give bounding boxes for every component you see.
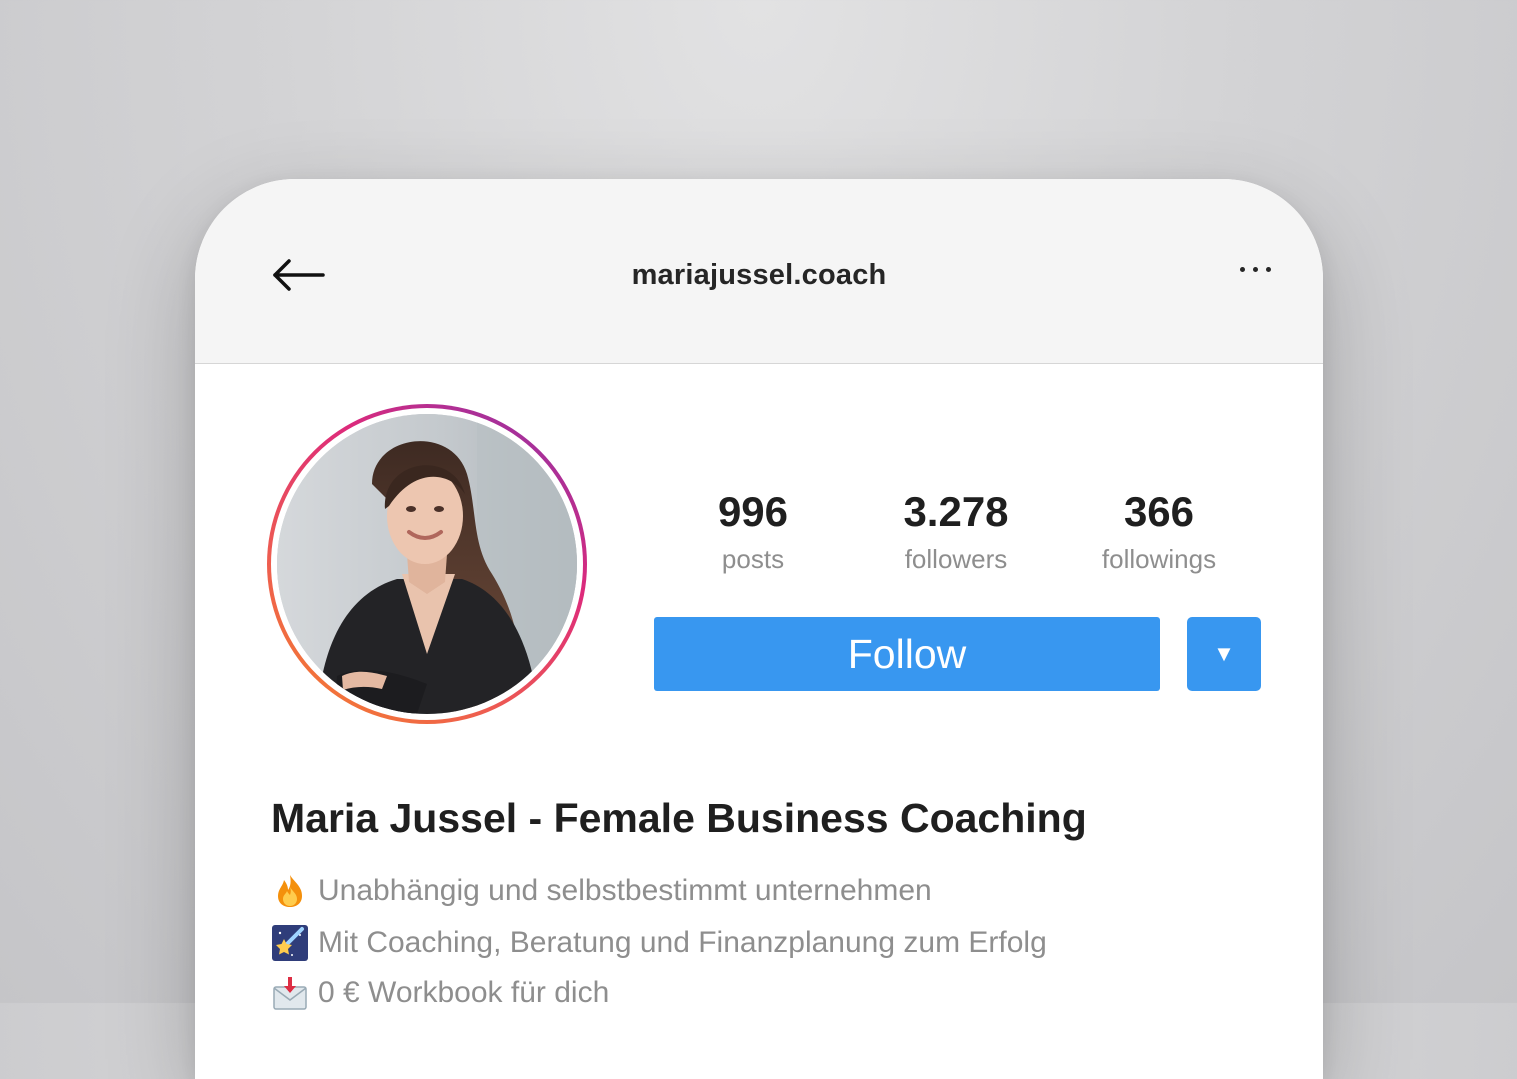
incoming-envelope-emoji-icon [272, 975, 308, 1011]
bio-text: 0 € Workbook für dich [318, 976, 610, 1009]
stat-followers-label: followers [904, 544, 1008, 574]
bio-text: Mit Coaching, Beratung und Finanzplanung… [318, 926, 1047, 959]
more-options-button[interactable] [1225, 247, 1285, 291]
bio-text: Unabhängig und selbstbestimmt unternehme… [318, 874, 932, 907]
suggestions-dropdown-button[interactable]: ▼ [1187, 617, 1261, 691]
stat-followers-count: 3.278 [903, 488, 1009, 535]
avatar[interactable] [277, 414, 577, 714]
profile-photo [277, 414, 577, 714]
stat-followings-count: 366 [1123, 488, 1195, 535]
bio-line: Mit Coaching, Beratung und Finanzplanung… [272, 925, 1047, 961]
stat-posts[interactable]: 996 posts [643, 485, 863, 579]
bio-line: Unabhängig und selbstbestimmt unternehme… [272, 873, 932, 909]
stat-followings-label: followings [1101, 544, 1217, 574]
phone-frame: mariajussel.coach 996 posts 3.278 follow… [195, 179, 1323, 1079]
stat-posts-label: posts [721, 544, 785, 574]
chevron-down-icon: ▼ [1213, 641, 1235, 666]
profile-header-bar: mariajussel.coach [195, 179, 1323, 364]
stat-posts-count: 996 [717, 488, 789, 535]
more-dot [1265, 266, 1271, 272]
story-ring [267, 404, 587, 724]
profile-username: mariajussel.coach [631, 259, 887, 291]
stat-followings[interactable]: 366 followings [1049, 485, 1269, 579]
follow-button[interactable]: Follow [654, 617, 1160, 691]
bio-line: 0 € Workbook für dich [272, 975, 609, 1011]
more-dot [1252, 266, 1258, 272]
fire-emoji-icon [272, 873, 308, 909]
shooting-star-emoji-icon [272, 925, 308, 961]
stat-followers[interactable]: 3.278 followers [846, 485, 1066, 579]
profile-display-name: Maria Jussel - Female Business Coaching [271, 795, 1087, 841]
more-horizontal-icon [1239, 266, 1245, 272]
